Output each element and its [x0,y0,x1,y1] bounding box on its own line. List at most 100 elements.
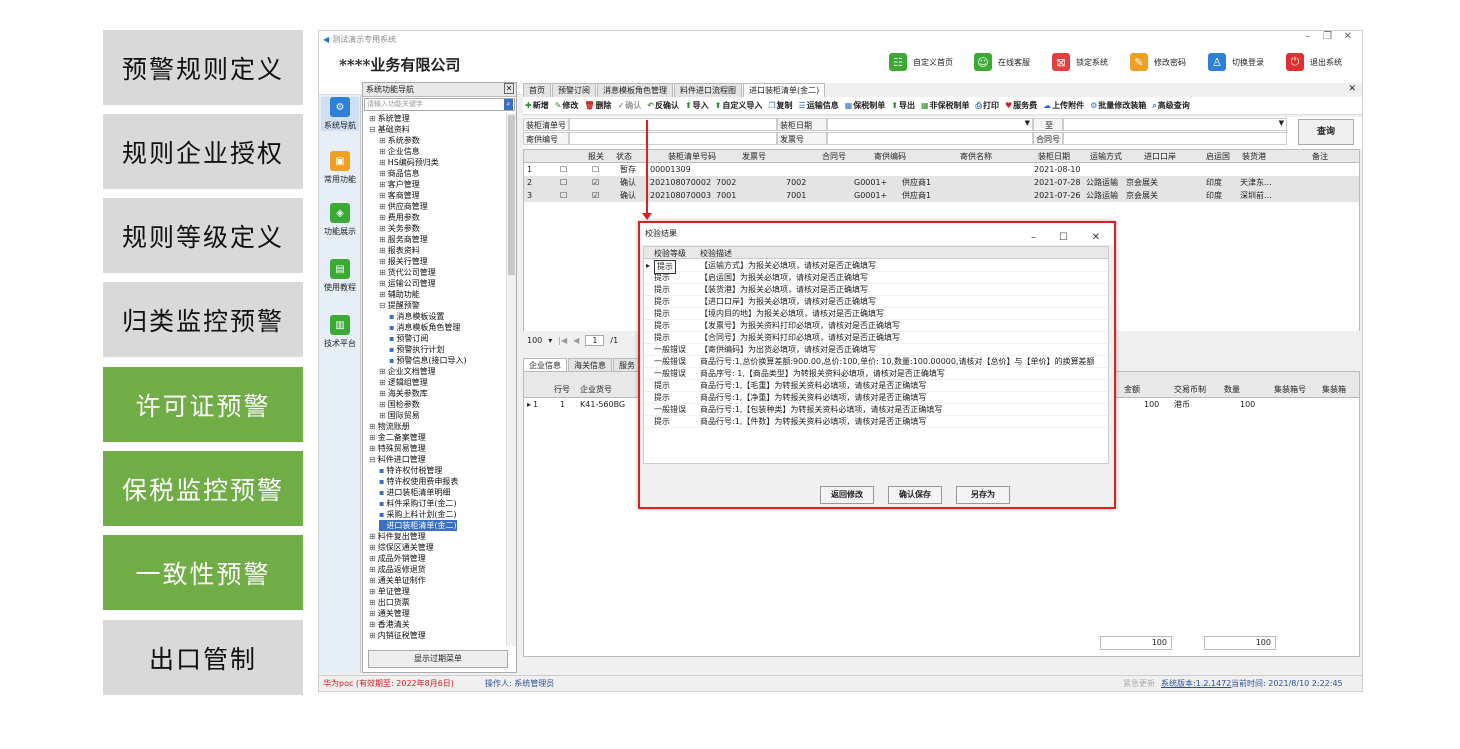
validation-row[interactable]: 提示 【境内目的地】为报关必填项，请核对是否正确填写 [644,308,1108,320]
declare-checkbox[interactable]: ☐ [592,163,599,176]
tree-node[interactable]: 系统管理 [369,113,410,124]
tab-import-flow[interactable]: 料件进口流程图 [674,83,742,97]
date-to-input[interactable]: ▼ [1063,118,1287,131]
toolbar-button[interactable]: ☁上传附件 [1043,100,1084,111]
tree-node[interactable]: 运输公司管理 [379,278,436,289]
tree-node[interactable]: 香港清关 [369,619,410,630]
exit-system-button[interactable]: ⏻ 退出系统 [1286,53,1342,71]
validation-row[interactable]: 提示 【启运国】为报关必填项，请核对是否正确填写 [644,272,1108,284]
row-checkbox[interactable]: ☐ [560,163,567,176]
tree-node[interactable]: 金二备案管理 [369,432,426,443]
online-support-button[interactable]: ☺ 在线客服 [974,53,1030,71]
toolbar-button[interactable]: ⬆自定义导入 [715,100,763,111]
save-as-button[interactable]: 另存为 [956,486,1010,504]
declare-checkbox[interactable]: ☑ [592,189,599,202]
invoice-input[interactable] [827,132,1033,145]
tree-node[interactable]: 国际贸易 [379,410,420,421]
table-row[interactable]: 3 ☐ ☑ 确认 202108070003 7001 7001 G0001+ 供应商1 2021-… [524,189,1359,202]
tree-node[interactable]: HS编码预归类 [379,157,439,168]
row-checkbox[interactable]: ☐ [560,189,567,202]
tree-node[interactable]: 辅助功能 [379,289,420,300]
minimize-icon[interactable]: – [1305,31,1310,42]
tree-node[interactable]: 关务参数 [379,223,420,234]
tab-home[interactable]: 首页 [523,83,551,97]
list-no-input[interactable] [569,118,777,131]
validation-row[interactable]: 提示 【发票号】为报关资料打印必填项，请核对是否正确填写 [644,320,1108,332]
tree-node[interactable]: 消息模板设置 [389,311,444,322]
switch-login-button[interactable]: ♙ 切换登录 [1208,53,1264,71]
tab-customs-info[interactable]: 海关信息 [568,358,612,372]
toolbar-button[interactable]: ♥服务费 [1005,100,1037,111]
tree-node[interactable]: 综保区通关管理 [369,542,434,553]
date-from-input[interactable]: ▼ [827,118,1033,131]
validation-row[interactable]: 一般错误 商品序号: 1,【商品类型】为转报关资料必填项，请核对是否正确填写 [644,368,1108,380]
tree-node[interactable]: 出口货票 [369,597,410,608]
toolbar-button[interactable]: ⚙批量修改装箱 [1090,100,1146,111]
vnav-common[interactable]: ▣ 常用功能 [321,151,359,185]
page-input[interactable]: 1 [585,334,605,346]
vnav-system-nav[interactable]: ⚙ 系统导航 [321,97,359,131]
toolbar-button[interactable]: ⬆导入 [685,100,709,111]
validation-row[interactable]: ▸ 提示 【运输方式】为报关必填项，请核对是否正确填写 [644,260,1108,274]
chevron-down-icon[interactable]: ▼ [1025,119,1030,127]
vnav-showcase[interactable]: ◈ 功能展示 [321,203,359,237]
toolbar-button[interactable]: ✓确认 [618,100,642,111]
validation-row[interactable]: 提示 【进口口岸】为报关必填项，请核对是否正确填写 [644,296,1108,308]
first-page-icon[interactable]: |◀ [558,336,567,345]
query-button[interactable]: 查询 [1298,119,1354,145]
declare-checkbox[interactable]: ☑ [592,176,599,189]
chevron-down-icon[interactable]: ▾ [548,336,552,345]
tree-node[interactable]: 进口装柜清单(金二) [379,520,457,531]
tab-import-list[interactable]: 进口装柜清单(金二) [743,83,826,97]
tree-node[interactable]: 预警执行计划 [389,344,444,355]
tree-node[interactable]: 客商管理 [379,190,420,201]
tree-node[interactable]: 消息模板角色管理 [389,322,460,333]
tree-node[interactable]: 进口装柜清单明细 [379,487,450,498]
change-password-button[interactable]: ✎ 修改密码 [1130,53,1186,71]
validation-row[interactable]: 一般错误 商品行号:1,【包装种类】为转报关资料必填项，请核对是否正确填写 [644,404,1108,416]
toolbar-button[interactable]: ⌕高级查询 [1152,100,1189,111]
tree-node[interactable]: 内销征税管理 [369,630,426,641]
tree-node[interactable]: 费用参数 [379,212,420,223]
vnav-tutorial[interactable]: ▤ 使用教程 [321,259,359,293]
validation-row[interactable]: 提示 商品行号:1,【净重】为转报关资料必填项，请核对是否正确填写 [644,392,1108,404]
tree-node[interactable]: 逻辑组管理 [379,377,428,388]
tree-node[interactable]: 企业信息 [379,146,420,157]
toolbar-button[interactable]: ⎙打印 [976,100,999,111]
vnav-tech[interactable]: ▥ 技术平台 [321,315,359,349]
tree-node[interactable]: 预警订阅 [389,333,428,344]
tree-node[interactable]: 提醒预警 [379,300,420,311]
tree-node[interactable]: 系统参数 [379,135,420,146]
close-icon[interactable]: ✕ [1344,31,1352,42]
close-tabs-icon[interactable]: ✕ [1348,84,1356,94]
validation-row[interactable]: 提示 商品行号:1,【件数】为转报关资料必填项，请核对是否正确填写 [644,416,1108,428]
tab-template-role[interactable]: 消息模板角色管理 [597,83,673,97]
tree-search-input[interactable]: 请输入功能关键字 ⌕ [364,98,515,111]
toolbar-button[interactable]: 🗑删除 [584,100,611,111]
search-icon[interactable]: ⌕ [504,99,513,110]
tree-node[interactable]: 通关单证制作 [369,575,426,586]
tree-node[interactable]: 国检参数 [379,399,420,410]
tree-node[interactable]: 服务商管理 [379,234,428,245]
tree-node[interactable]: 料件采购订单(金二) [379,498,456,509]
tree-node[interactable]: 特殊贸易管理 [369,443,426,454]
toolbar-button[interactable]: ⬆导出 [891,100,915,111]
tab-company-info[interactable]: 企业信息 [523,358,567,372]
close-icon[interactable]: ✕ [504,83,514,94]
validation-row[interactable]: 一般错误 【寄供编码】为出货必填项，请核对是否正确填写 [644,344,1108,356]
tree-node[interactable]: 客户管理 [379,179,420,190]
tab-warning-subscribe[interactable]: 预警订阅 [552,83,596,97]
table-row[interactable]: 1 ☐ ☐ 暂存 00001309 2021-08-10 [524,163,1359,176]
tree-node[interactable]: 料件复出管理 [369,531,426,542]
tree-node[interactable]: 特许权使用费申报表 [379,476,458,487]
back-edit-button[interactable]: 返回修改 [820,486,874,504]
custom-home-button[interactable]: ☷ 自定义首页 [889,53,953,71]
tree-node[interactable]: 报表资料 [379,245,420,256]
tree-node[interactable]: 通关管理 [369,608,410,619]
chevron-down-icon[interactable]: ▼ [1279,119,1284,127]
toolbar-button[interactable]: ▦非保税制单 [921,100,970,111]
tab-service[interactable]: 服务 [613,358,641,372]
table-row[interactable]: 2 ☐ ☑ 确认 202108070002 7002 7002 G0001+ 供应商1 2021-… [524,176,1359,189]
toolbar-button[interactable]: ❐复制 [768,100,792,111]
contract-input[interactable] [1063,132,1287,145]
